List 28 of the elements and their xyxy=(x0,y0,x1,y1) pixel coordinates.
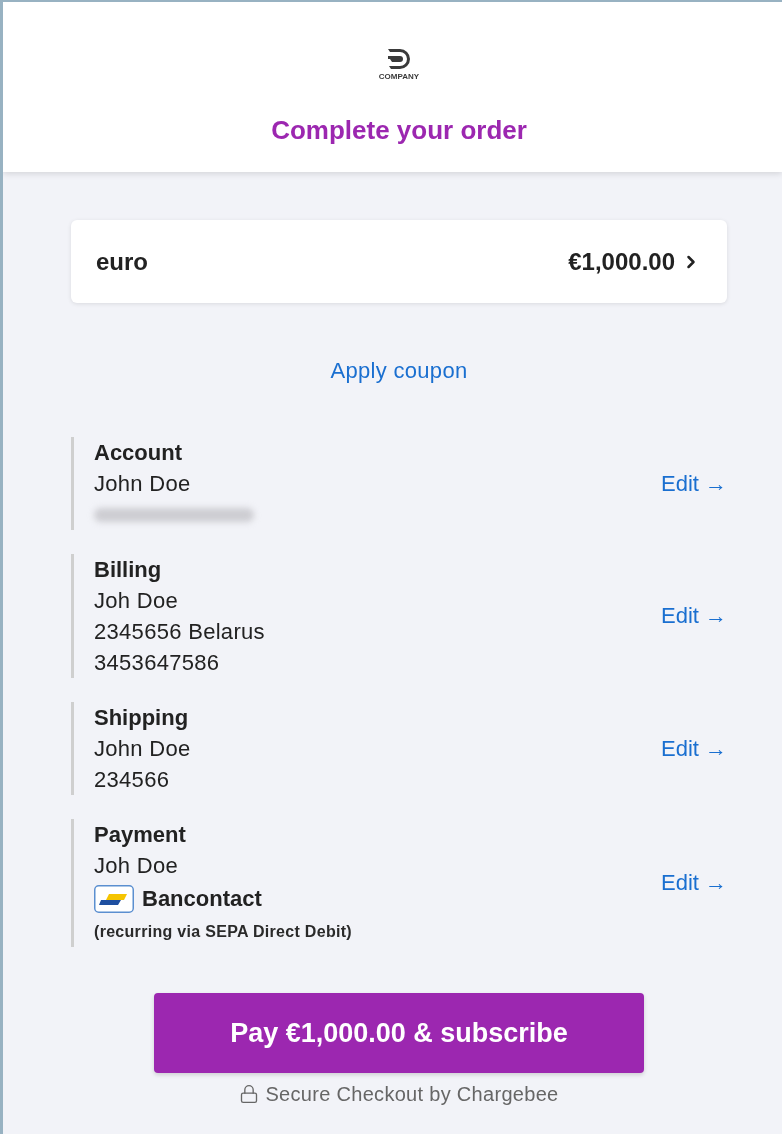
section-text: John Doe xyxy=(94,735,192,763)
section-text: Joh Doe xyxy=(94,587,180,615)
order-total: €1,000.00 xyxy=(568,246,675,277)
lock-icon xyxy=(239,1084,260,1104)
payment-note: (recurring via SEPA Direct Debit) xyxy=(94,922,353,942)
edit-link[interactable]: Edit → xyxy=(660,468,727,499)
section-text: 234566 xyxy=(94,766,171,794)
logo-text: COMPANY xyxy=(378,72,420,82)
payment-method: Bancontact xyxy=(142,885,262,913)
currency-label: euro xyxy=(96,246,148,277)
section-text: John Doe xyxy=(94,470,192,498)
section-text: 3453647586 xyxy=(94,649,221,677)
secure-checkout-text: Secure Checkout by Chargebee xyxy=(265,1082,559,1107)
edit-link[interactable]: Edit → xyxy=(660,601,727,631)
order-summary-card[interactable]: euro €1,000.00 xyxy=(71,220,727,303)
payment-logo-icon xyxy=(94,885,134,913)
apply-coupon-link[interactable]: Apply coupon xyxy=(330,356,468,386)
section-heading: Account xyxy=(94,439,183,467)
section-heading: Payment xyxy=(94,821,187,849)
page-title: Complete your order xyxy=(271,114,527,146)
section-text: Joh Doe xyxy=(94,852,180,880)
section-text: 2345656 Belarus xyxy=(94,618,266,646)
pay-button[interactable]: Pay €1,000.00 & subscribe xyxy=(154,993,644,1073)
section-heading: Shipping xyxy=(94,704,190,732)
edit-link[interactable]: Edit → xyxy=(660,733,727,764)
section-heading: Billing xyxy=(94,556,163,584)
edit-link[interactable]: Edit → xyxy=(660,868,727,898)
letter-d-logo-icon xyxy=(386,48,412,70)
